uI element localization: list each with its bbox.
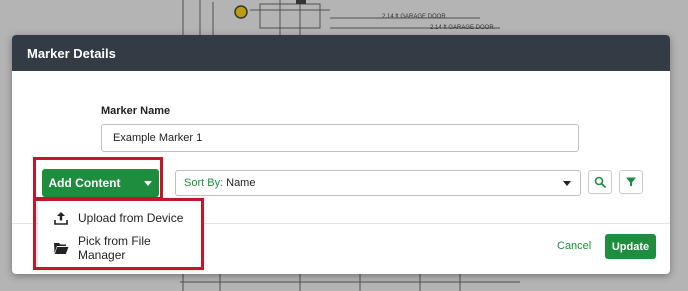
sort-by-prefix: Sort By: [184,177,224,189]
filter-icon [626,177,636,187]
annotation-highlight-box [33,157,163,200]
cancel-button[interactable]: Cancel [557,240,591,252]
dialog-header: Marker Details [12,35,670,71]
marker-name-label: Marker Name [101,105,171,117]
search-button[interactable] [588,170,612,194]
annotation-highlight-box [33,198,204,270]
filter-button[interactable] [619,170,643,194]
sort-by-select[interactable]: Sort By: Name [175,170,581,196]
search-icon [594,176,606,188]
marker-name-input[interactable] [101,124,579,152]
sort-by-value: Name [226,177,256,189]
chevron-down-icon [563,181,571,186]
update-button[interactable]: Update [605,234,656,259]
dialog-title: Marker Details [27,45,116,61]
